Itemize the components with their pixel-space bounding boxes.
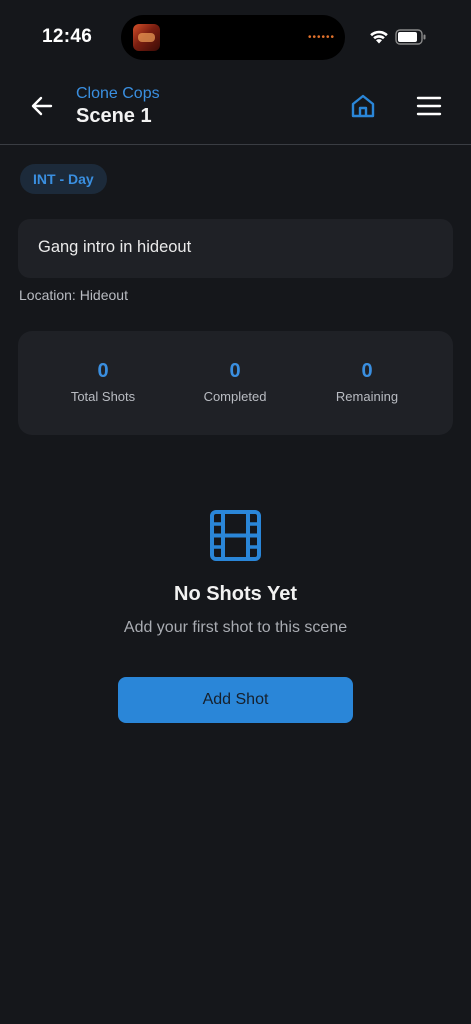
status-bar: 12:46 ••••••	[0, 0, 471, 76]
project-title[interactable]: Clone Cops	[76, 85, 160, 103]
back-arrow-icon	[31, 96, 53, 121]
scene-title: Scene 1	[76, 105, 152, 127]
home-button[interactable]	[346, 91, 380, 125]
stat-value: 0	[229, 360, 241, 382]
empty-state-subtitle: Add your first shot to this scene	[123, 619, 348, 636]
stat-value: 0	[361, 360, 373, 382]
stat-completed: 0 Completed	[169, 359, 301, 404]
dynamic-island[interactable]: ••••••	[121, 15, 345, 60]
activity-dots-icon: ••••••	[308, 32, 336, 43]
app-header: Clone Cops Scene 1	[0, 76, 471, 145]
stat-total-shots: 0 Total Shots	[37, 359, 169, 404]
scene-description-card: Gang intro in hideout	[18, 219, 453, 278]
menu-button[interactable]	[412, 91, 446, 125]
film-icon	[209, 509, 262, 562]
stat-label: Total Shots	[70, 389, 136, 404]
now-playing-thumbnail	[133, 24, 160, 51]
wifi-icon	[368, 28, 390, 49]
stat-value: 0	[97, 360, 109, 382]
home-icon	[350, 93, 376, 124]
stat-remaining: 0 Remaining	[301, 359, 433, 404]
empty-state-title: No Shots Yet	[174, 583, 297, 605]
scene-location: Location: Hideout	[19, 287, 128, 303]
menu-icon	[416, 96, 442, 121]
scene-description: Gang intro in hideout	[38, 238, 192, 256]
stat-label: Completed	[203, 389, 267, 404]
stat-label: Remaining	[335, 389, 399, 404]
battery-icon	[395, 29, 427, 50]
add-shot-button[interactable]: Add Shot	[118, 677, 353, 723]
scene-type-badge: INT - Day	[20, 164, 107, 194]
back-button[interactable]	[26, 92, 58, 124]
shot-stats-card: 0 Total Shots 0 Completed 0 Remaining	[18, 331, 453, 435]
status-time: 12:46	[42, 26, 93, 47]
